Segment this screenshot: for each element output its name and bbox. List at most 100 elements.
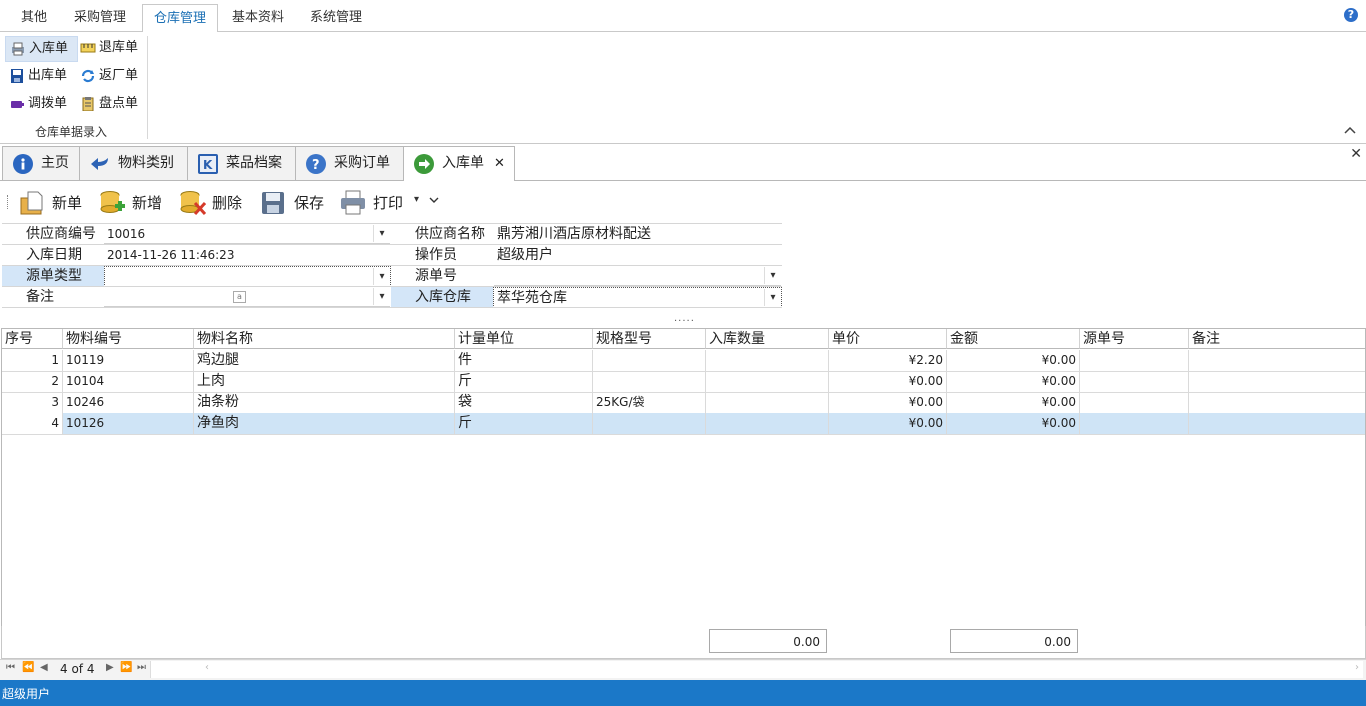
first-record-icon[interactable]: ⏮ — [6, 662, 15, 673]
prev-record-icon[interactable]: ◀ — [40, 662, 48, 673]
ribbon-button-inbound[interactable]: 入库单 — [5, 36, 78, 62]
new-document-button[interactable]: 新单 — [18, 188, 88, 218]
column-header[interactable]: 金额 — [947, 329, 1080, 349]
cell-remark[interactable] — [1189, 350, 1365, 371]
scroll-left-icon[interactable]: ‹ — [205, 662, 209, 673]
ribbon-tab-basic-data[interactable]: 基本资料 — [222, 6, 294, 30]
remark-combo[interactable]: a ▾ — [104, 287, 390, 307]
print-dropdown-icon[interactable]: ▾ — [414, 194, 419, 205]
cell-qty[interactable] — [706, 350, 829, 371]
column-header[interactable]: 物料名称 — [194, 329, 455, 349]
cell-spec[interactable] — [593, 413, 706, 434]
table-row-selected[interactable]: 4 10126 净鱼肉 斤 ¥0.00 ¥0.00 — [2, 413, 1365, 435]
cell-price[interactable]: ¥0.00 — [829, 371, 947, 392]
ribbon-tab-purchase[interactable]: 采购管理 — [64, 6, 136, 30]
column-header[interactable]: 物料编号 — [63, 329, 194, 349]
cell-code[interactable]: 10246 — [63, 392, 194, 413]
chevron-down-icon[interactable]: ▾ — [764, 289, 781, 306]
tab-home[interactable]: 主页 — [2, 146, 80, 180]
cell-amount[interactable]: ¥0.00 — [947, 413, 1080, 434]
column-header[interactable]: 单价 — [829, 329, 947, 349]
splitter-handle[interactable]: ····· — [674, 316, 695, 327]
ribbon-button-stocktake[interactable]: 盘点单 — [76, 92, 146, 116]
column-header[interactable]: 源单号 — [1080, 329, 1189, 349]
cell-name[interactable]: 净鱼肉 — [194, 413, 455, 434]
chevron-down-icon[interactable]: ▾ — [373, 225, 390, 242]
cell-remark[interactable] — [1189, 392, 1365, 413]
close-tab-icon[interactable]: ✕ — [494, 147, 505, 180]
horizontal-scrollbar[interactable]: ‹ › — [150, 661, 1363, 678]
ribbon-button-return-factory[interactable]: 返厂单 — [76, 64, 146, 88]
chevron-down-icon[interactable]: ▾ — [373, 268, 390, 285]
save-button[interactable]: 保存 — [260, 188, 330, 218]
inbound-date-value[interactable]: 2014-11-26 11:46:23 — [107, 245, 234, 265]
text-edit-icon[interactable]: a — [233, 291, 246, 303]
column-header[interactable]: 规格型号 — [593, 329, 706, 349]
prev-page-icon[interactable]: ⏪ — [22, 662, 34, 673]
cell-source-no[interactable] — [1080, 350, 1189, 371]
cell-amount[interactable]: ¥0.00 — [947, 392, 1080, 413]
toolbar-overflow-icon[interactable] — [429, 194, 439, 208]
cell-qty[interactable] — [706, 392, 829, 413]
table-row[interactable]: 2 10104 上肉 斤 ¥0.00 ¥0.00 — [2, 371, 1365, 393]
cell-name[interactable]: 上肉 — [194, 371, 455, 392]
cell-source-no[interactable] — [1080, 371, 1189, 392]
cell-name[interactable]: 油条粉 — [194, 392, 455, 413]
source-type-combo[interactable]: ▾ — [104, 266, 391, 287]
cell-unit[interactable]: 袋 — [455, 392, 593, 413]
table-row[interactable]: 1 10119 鸡边腿 件 ¥2.20 ¥0.00 — [2, 350, 1365, 372]
cell-unit[interactable]: 件 — [455, 350, 593, 371]
close-icon[interactable]: ✕ — [1350, 146, 1362, 162]
cell-unit[interactable]: 斤 — [455, 371, 593, 392]
next-record-icon[interactable]: ▶ — [106, 662, 114, 673]
help-icon[interactable]: ? — [1344, 8, 1358, 22]
tab-inbound-order[interactable]: 入库单 ✕ — [403, 146, 515, 181]
cell-amount[interactable]: ¥0.00 — [947, 350, 1080, 371]
tab-material-category[interactable]: 物料类别 — [79, 146, 188, 180]
cell-price[interactable]: ¥0.00 — [829, 413, 947, 434]
warehouse-combo[interactable]: 萃华苑仓库 ▾ — [493, 287, 782, 308]
cell-amount[interactable]: ¥0.00 — [947, 371, 1080, 392]
supplier-code-combo[interactable]: 10016 ▾ — [104, 224, 390, 244]
last-record-icon[interactable]: ⏭ — [137, 662, 146, 673]
cell-name[interactable]: 鸡边腿 — [194, 350, 455, 371]
cell-price[interactable]: ¥2.20 — [829, 350, 947, 371]
scroll-right-icon[interactable]: › — [1355, 662, 1359, 673]
cell-remark[interactable] — [1189, 371, 1365, 392]
clipboard-icon — [80, 96, 96, 111]
cell-spec[interactable] — [593, 350, 706, 371]
ribbon-tab-system[interactable]: 系统管理 — [300, 6, 372, 30]
table-row[interactable]: 3 10246 油条粉 袋 25KG/袋 ¥0.00 ¥0.00 — [2, 392, 1365, 414]
column-header[interactable]: 入库数量 — [706, 329, 829, 349]
column-header[interactable]: 计量单位 — [455, 329, 593, 349]
ribbon-button-return-stock[interactable]: 退库单 — [76, 36, 146, 60]
print-button[interactable]: 打印 — [339, 188, 409, 218]
tab-purchase-order[interactable]: ? 采购订单 — [295, 146, 404, 180]
chevron-up-icon[interactable] — [1344, 124, 1356, 138]
delete-button[interactable]: 删除 — [178, 188, 248, 218]
ribbon-button-transfer[interactable]: 调拨单 — [5, 92, 76, 116]
add-button[interactable]: 新增 — [98, 188, 168, 218]
next-page-icon[interactable]: ⏩ — [120, 662, 132, 673]
cell-qty[interactable] — [706, 413, 829, 434]
column-header[interactable]: 备注 — [1189, 329, 1365, 349]
ribbon-tab-warehouse[interactable]: 仓库管理 — [142, 4, 218, 33]
cell-unit[interactable]: 斤 — [455, 413, 593, 434]
column-header[interactable]: 序号 — [2, 329, 63, 349]
cell-source-no[interactable] — [1080, 392, 1189, 413]
ribbon-button-outbound[interactable]: 出库单 — [5, 64, 76, 88]
cell-qty[interactable] — [706, 371, 829, 392]
source-no-combo[interactable]: ▾ — [494, 266, 781, 286]
cell-price[interactable]: ¥0.00 — [829, 392, 947, 413]
cell-source-no[interactable] — [1080, 413, 1189, 434]
cell-spec[interactable] — [593, 371, 706, 392]
chevron-down-icon[interactable]: ▾ — [373, 288, 390, 305]
cell-spec[interactable]: 25KG/袋 — [593, 392, 706, 413]
tab-dish-archive[interactable]: K 菜品档案 — [187, 146, 296, 180]
cell-remark[interactable] — [1189, 413, 1365, 434]
cell-code[interactable]: 10104 — [63, 371, 194, 392]
ribbon-tab-other[interactable]: 其他 — [8, 6, 60, 30]
cell-code[interactable]: 10119 — [63, 350, 194, 371]
cell-code[interactable]: 10126 — [63, 413, 194, 434]
chevron-down-icon[interactable]: ▾ — [764, 267, 781, 284]
